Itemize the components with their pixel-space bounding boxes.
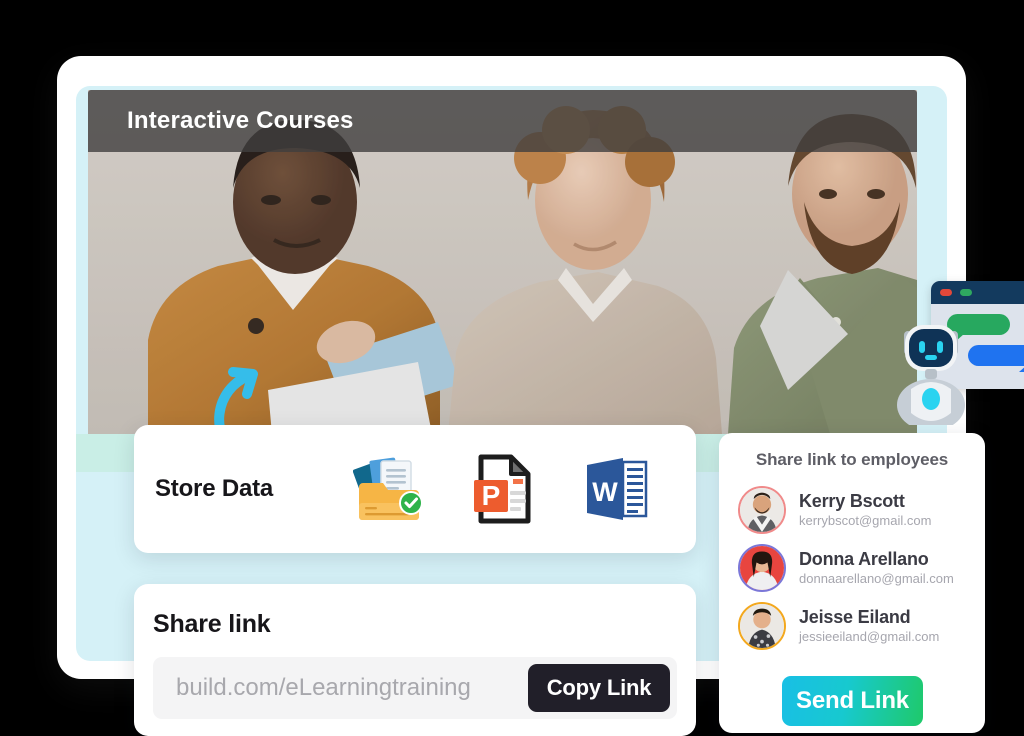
folder-documents-check-icon[interactable] bbox=[352, 453, 427, 525]
hero-title-bar: Interactive Courses bbox=[88, 90, 917, 152]
list-item[interactable]: Donna Arellano donnaarellano@gmail.com bbox=[738, 539, 975, 597]
employee-name: Donna Arellano bbox=[799, 548, 929, 569]
device-card: Interactive Courses Store Data P W Share… bbox=[57, 56, 1024, 736]
avatar bbox=[738, 544, 786, 592]
store-data-card: Store Data P W bbox=[134, 425, 696, 553]
robot-icon bbox=[897, 325, 965, 425]
share-link-field[interactable]: build.com/eLearningtraining Copy Link bbox=[153, 657, 677, 719]
employee-email: kerrybscot@gmail.com bbox=[799, 512, 932, 528]
svg-text:W: W bbox=[592, 477, 618, 507]
list-item[interactable]: Jeisse Eiland jessieeiland@gmail.com bbox=[738, 597, 975, 655]
send-link-button[interactable]: Send Link bbox=[782, 676, 923, 726]
copy-link-button[interactable]: Copy Link bbox=[528, 664, 670, 712]
page-title: Interactive Courses bbox=[127, 107, 354, 134]
employee-meta: Kerry Bscott kerrybscot@gmail.com bbox=[799, 491, 975, 530]
employee-email: donnaarellano@gmail.com bbox=[799, 570, 954, 586]
avatar bbox=[738, 602, 786, 650]
list-item[interactable]: Kerry Bscott kerrybscot@gmail.com bbox=[738, 481, 975, 539]
store-data-label: Store Data bbox=[155, 475, 274, 502]
outgoing-message-bubble bbox=[968, 345, 1024, 366]
word-file-icon[interactable]: W bbox=[579, 453, 653, 525]
share-link-card: Share link build.com/eLearningtraining C… bbox=[134, 584, 696, 736]
employee-meta: Jeisse Eiland jessieeiland@gmail.com bbox=[799, 607, 975, 646]
minimize-icon[interactable] bbox=[960, 289, 972, 296]
close-icon[interactable] bbox=[940, 289, 952, 296]
employee-meta: Donna Arellano donnaarellano@gmail.com bbox=[799, 549, 975, 588]
share-link-title: Share link bbox=[153, 610, 271, 638]
share-link-url-value: build.com/eLearningtraining bbox=[176, 674, 471, 701]
share-to-employees-panel: Share link to employees Kerry Bscott ker… bbox=[719, 433, 985, 733]
chatbot-widget[interactable] bbox=[889, 271, 1024, 426]
chat-window-titlebar bbox=[931, 281, 1024, 304]
employee-name: Jeisse Eiland bbox=[799, 606, 911, 627]
powerpoint-file-icon[interactable]: P bbox=[466, 453, 540, 525]
svg-text:P: P bbox=[481, 480, 500, 511]
employee-list: Kerry Bscott kerrybscot@gmail.com Donna … bbox=[738, 481, 975, 655]
employee-name: Kerry Bscott bbox=[799, 490, 905, 511]
file-icon-row: P W bbox=[333, 453, 696, 525]
screenshot-stage: Interactive Courses Store Data P W Share… bbox=[0, 0, 1024, 736]
employee-email: jessieeiland@gmail.com bbox=[799, 628, 940, 644]
employees-panel-heading: Share link to employees bbox=[755, 450, 949, 469]
avatar bbox=[738, 486, 786, 534]
